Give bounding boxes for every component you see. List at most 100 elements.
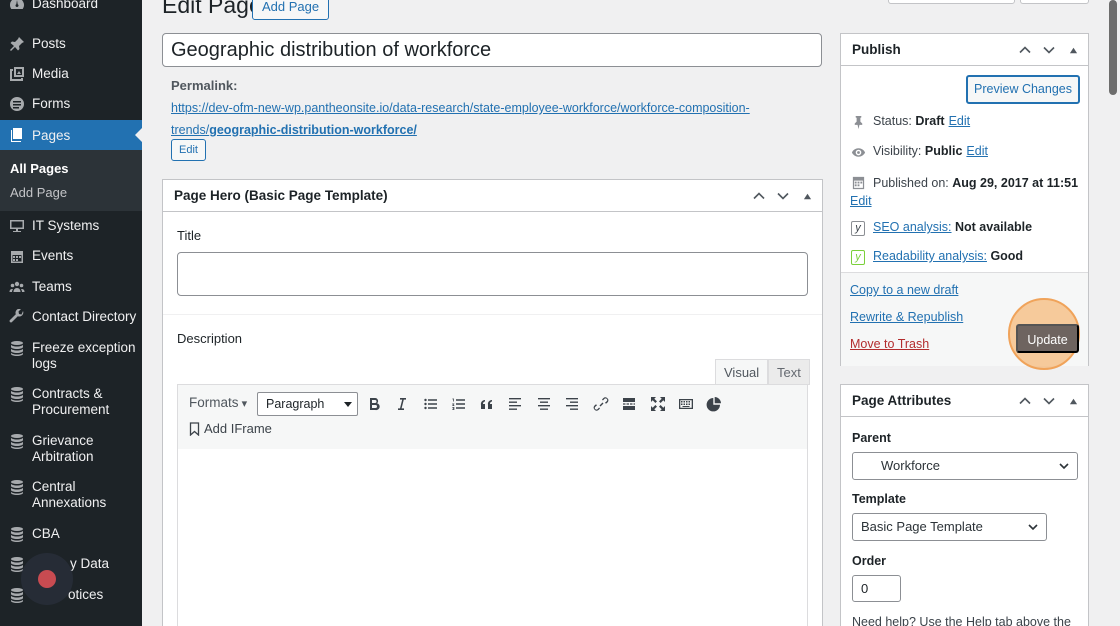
update-button[interactable]: Update xyxy=(1016,324,1079,353)
italic-icon[interactable] xyxy=(391,393,413,415)
submenu-add-page[interactable]: Add Page xyxy=(10,185,67,200)
published-value: Aug 29, 2017 at 11:51 xyxy=(952,176,1079,190)
status-value: Draft xyxy=(915,114,945,128)
metabox-header: Page Attributes xyxy=(841,385,1088,417)
collapse-toggle-icon[interactable] xyxy=(1064,41,1082,59)
tab-visual[interactable]: Visual xyxy=(715,359,769,385)
status-edit-link[interactable]: Edit xyxy=(949,114,971,128)
sidebar-item-label: Forms xyxy=(32,96,71,111)
keyboard-icon[interactable] xyxy=(675,393,697,415)
visibility-edit-link[interactable]: Edit xyxy=(966,144,988,158)
sidebar-item-contracts-procurement[interactable]: Contracts & Procurement xyxy=(0,385,142,418)
permalink-url[interactable]: https://dev-ofm-new-wp.pantheonsite.io/d… xyxy=(171,101,750,137)
page-attributes-metabox: Page Attributes Parent Workforce Templat… xyxy=(840,384,1089,626)
sidebar-item-posts[interactable]: Posts xyxy=(0,35,142,53)
align-center-icon[interactable] xyxy=(533,393,555,415)
metabox-title: Publish xyxy=(852,42,901,57)
sidebar-item-pages[interactable]: Pages xyxy=(0,120,142,150)
hero-description-label: Description xyxy=(177,331,243,346)
order-input[interactable]: 0 xyxy=(852,575,901,602)
readability-analysis-link[interactable]: Readability analysis: xyxy=(873,249,987,263)
screen-options-button[interactable] xyxy=(888,0,1015,4)
numbered-list-icon[interactable] xyxy=(448,393,470,415)
bold-icon[interactable] xyxy=(363,393,385,415)
align-right-icon[interactable] xyxy=(561,393,583,415)
link-icon[interactable] xyxy=(590,393,612,415)
sidebar-item-forms[interactable]: Forms xyxy=(0,95,142,113)
copy-to-new-draft-link[interactable]: Copy to a new draft xyxy=(850,283,958,297)
template-select[interactable]: Basic Page Template xyxy=(852,513,1047,541)
seo-row: y SEO analysis: Not available xyxy=(850,220,1032,236)
move-up-icon[interactable] xyxy=(750,187,768,205)
sidebar-item-central-annexations[interactable]: Central Annexations xyxy=(0,478,142,511)
sidebar-item-label: Central Annexations xyxy=(32,479,107,510)
permalink-edit-button[interactable]: Edit xyxy=(171,139,206,161)
scrollbar-thumb[interactable] xyxy=(1109,0,1117,95)
move-up-icon[interactable] xyxy=(1016,41,1034,59)
media-icon xyxy=(8,65,26,83)
parent-select[interactable]: Workforce xyxy=(852,452,1078,480)
sidebar-item-media[interactable]: Media xyxy=(0,65,142,83)
sidebar-item-events[interactable]: Events xyxy=(0,247,142,265)
preview-changes-button[interactable]: Preview Changes xyxy=(966,75,1080,104)
sidebar-item-label: IT Systems xyxy=(32,218,100,233)
rewrite-republish-link[interactable]: Rewrite & Republish xyxy=(850,310,963,324)
add-page-button[interactable]: Add Page xyxy=(252,0,330,20)
post-title-input[interactable]: Geographic distribution of workforce xyxy=(162,33,822,67)
sidebar-item-contact-directory[interactable]: Contact Directory xyxy=(0,308,142,326)
permalink-link[interactable]: https://dev-ofm-new-wp.pantheonsite.io/d… xyxy=(171,98,771,141)
published-edit-link[interactable]: Edit xyxy=(850,194,872,208)
desktop-icon xyxy=(8,217,26,235)
database-icon xyxy=(8,478,26,496)
content-editor-area[interactable] xyxy=(177,449,808,626)
align-left-icon[interactable] xyxy=(504,393,526,415)
sidebar-item-freeze-exception-logs[interactable]: Freeze exception logs xyxy=(0,339,142,372)
record-dot-icon xyxy=(38,570,56,588)
readability-value: Good xyxy=(990,249,1024,263)
add-iframe-button[interactable]: Add IFrame xyxy=(189,421,272,436)
formats-dropdown[interactable]: Formats xyxy=(189,395,247,410)
divider xyxy=(163,314,822,315)
fullscreen-icon[interactable] xyxy=(647,393,669,415)
collapse-toggle-icon[interactable] xyxy=(1064,392,1082,410)
sidebar-item-label: Freeze exception logs xyxy=(32,340,136,371)
status-label: Status: xyxy=(873,114,912,128)
sidebar-item-grievance-arbitration[interactable]: Grievance Arbitration xyxy=(0,432,142,465)
sidebar-item-it-systems[interactable]: IT Systems xyxy=(0,217,142,235)
move-down-icon[interactable] xyxy=(1040,392,1058,410)
help-button[interactable] xyxy=(1020,0,1089,4)
pages-icon xyxy=(8,126,26,144)
sidebar-item-label: Contracts & Procurement xyxy=(32,386,110,417)
record-indicator[interactable] xyxy=(21,553,73,605)
submenu-all-pages[interactable]: All Pages xyxy=(10,161,69,176)
bulleted-list-icon[interactable] xyxy=(420,393,442,415)
paragraph-select[interactable]: Paragraph xyxy=(257,392,358,416)
collapse-toggle-icon[interactable] xyxy=(798,187,816,205)
move-down-icon[interactable] xyxy=(1040,41,1058,59)
tab-text[interactable]: Text xyxy=(768,359,810,385)
yoast-readability-icon: y xyxy=(850,249,866,265)
sidebar-item-cba[interactable]: CBA xyxy=(0,525,142,543)
blockquote-icon[interactable] xyxy=(476,393,498,415)
editor-toolbar: Formats Paragraph Add IFrame xyxy=(177,384,808,450)
groups-icon xyxy=(8,278,26,296)
published-label: Published on: xyxy=(873,176,949,190)
hero-title-textarea[interactable] xyxy=(177,252,808,296)
help-text: Need help? Use the Help tab above the xyxy=(852,615,1071,626)
move-down-icon[interactable] xyxy=(774,187,792,205)
page-scrollbar[interactable] xyxy=(1106,0,1120,626)
sidebar-item-label: Contact Directory xyxy=(32,309,137,324)
move-to-trash-link[interactable]: Move to Trash xyxy=(850,337,929,351)
seo-analysis-link[interactable]: SEO analysis: xyxy=(873,220,952,234)
eye-icon xyxy=(850,144,866,160)
sidebar-item-teams[interactable]: Teams xyxy=(0,278,142,296)
metabox-title: Page Attributes xyxy=(852,393,952,408)
visibility-value: Public xyxy=(924,144,963,158)
chart-pie-icon[interactable] xyxy=(703,393,725,415)
status-row: Status: Draft Edit xyxy=(850,114,970,130)
sidebar-item-dashboard[interactable]: Dashboard xyxy=(0,0,142,13)
visibility-row: Visibility: Public Edit xyxy=(850,144,988,160)
parent-label: Parent xyxy=(852,431,891,445)
read-more-icon[interactable] xyxy=(618,393,640,415)
move-up-icon[interactable] xyxy=(1016,392,1034,410)
